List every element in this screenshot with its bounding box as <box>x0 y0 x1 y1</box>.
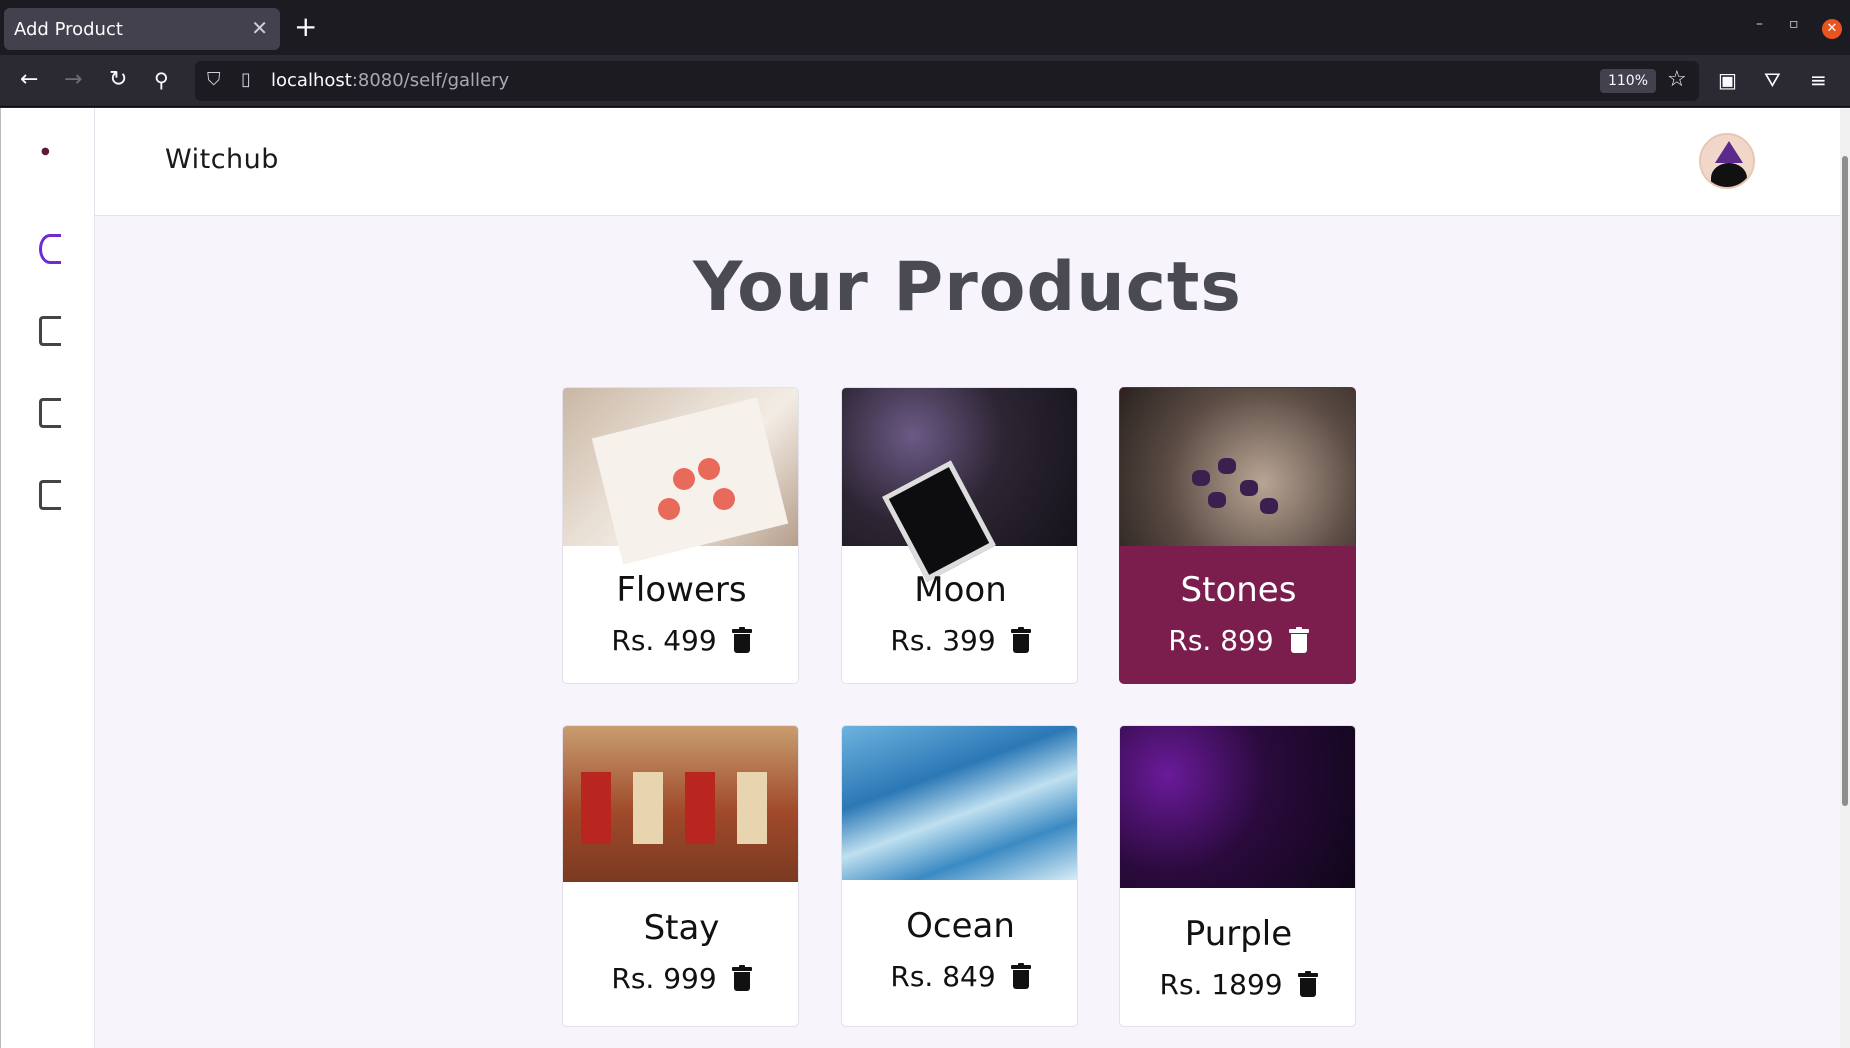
browser-nav-bar: ← → ↻ ⚲ ⛉ ▯ localhost:8080/self/gallery … <box>0 55 1850 107</box>
product-card[interactable]: Moon Rs. 399 <box>841 387 1078 684</box>
window-close-icon[interactable]: ✕ <box>1822 19 1842 39</box>
product-name: Moon <box>914 570 1007 610</box>
page-icon: ▯ <box>241 69 251 90</box>
trash-icon[interactable] <box>731 965 752 991</box>
trash-icon[interactable] <box>1288 627 1309 653</box>
new-tab-icon[interactable]: + <box>294 12 317 42</box>
reload-icon[interactable]: ↻ <box>109 67 127 93</box>
sidebar-item-orders[interactable] <box>39 398 61 428</box>
product-name: Stones <box>1180 570 1297 610</box>
forward-icon[interactable]: → <box>64 67 82 93</box>
product-image-flowers <box>563 388 798 565</box>
product-price-row: Rs. 399 <box>842 624 1077 657</box>
minimize-icon[interactable]: – <box>1756 16 1763 32</box>
stone-shape <box>1260 498 1278 514</box>
stone-shape <box>1208 492 1226 508</box>
product-price-row: Rs. 849 <box>842 960 1077 993</box>
product-card[interactable]: Purple Rs. 1899 <box>1119 725 1356 1027</box>
product-image-stay <box>563 726 798 882</box>
back-icon[interactable]: ← <box>20 67 38 93</box>
save-to-folder-icon[interactable]: ▣ <box>1718 69 1737 91</box>
product-price-row: Rs. 999 <box>563 962 798 995</box>
product-image-ocean <box>842 726 1077 880</box>
product-name: Flowers <box>616 570 747 610</box>
url-host: localhost <box>271 70 352 91</box>
product-price: Rs. 399 <box>890 624 996 657</box>
menu-icon[interactable]: ≡ <box>1810 69 1827 91</box>
house-shape <box>685 772 715 844</box>
witch-figure-icon <box>1711 163 1747 187</box>
zoom-level[interactable]: 110% <box>1600 69 1656 93</box>
page-scrollbar[interactable] <box>1840 108 1850 1048</box>
url-path: :8080/self/gallery <box>351 70 510 91</box>
product-price-row: Rs. 499 <box>563 624 798 657</box>
avatar[interactable] <box>1699 133 1755 189</box>
search-icon[interactable]: ⚲ <box>154 67 169 93</box>
trash-icon[interactable] <box>1010 627 1031 653</box>
app-logo-icon[interactable]: ● <box>41 146 55 160</box>
page-title: Your Products <box>693 248 1242 327</box>
url-text[interactable]: localhost:8080/self/gallery <box>271 70 509 91</box>
product-name: Stay <box>643 908 720 948</box>
product-name: Ocean <box>906 906 1015 946</box>
product-card[interactable]: Ocean Rs. 849 <box>841 725 1078 1027</box>
house-shape <box>581 772 611 844</box>
product-card[interactable]: Flowers Rs. 499 <box>562 387 799 684</box>
product-price: Rs. 899 <box>1168 624 1274 657</box>
product-price-row: Rs. 899 <box>1120 624 1355 657</box>
flower-shape <box>658 498 680 520</box>
trash-icon[interactable] <box>731 627 752 653</box>
page-viewport: ● Witchub Your Products Flowers Rs. 499 <box>0 108 1850 1048</box>
browser-tab[interactable]: Add Product ✕ <box>4 8 280 50</box>
product-price: Rs. 1899 <box>1159 968 1283 1001</box>
product-card[interactable]: Stay Rs. 999 <box>562 725 799 1027</box>
product-image-moon <box>842 388 1077 582</box>
browser-tab-bar: Add Product ✕ + – ▫ ✕ <box>0 0 1850 55</box>
flower-shape <box>673 468 695 490</box>
flower-shape <box>698 458 720 480</box>
flower-shape <box>713 488 735 510</box>
stone-shape <box>1218 458 1236 474</box>
product-price-row: Rs. 1899 <box>1120 968 1355 1001</box>
product-name: Purple <box>1184 914 1293 954</box>
witch-hat-icon <box>1715 141 1743 163</box>
trash-icon[interactable] <box>1010 963 1031 989</box>
product-price: Rs. 999 <box>611 962 717 995</box>
tarot-card-shape <box>882 460 996 582</box>
house-shape <box>737 772 767 844</box>
tab-close-icon[interactable]: ✕ <box>251 16 268 40</box>
stone-shape <box>1240 480 1258 496</box>
brand-name[interactable]: Witchub <box>165 144 279 175</box>
product-price: Rs. 499 <box>611 624 717 657</box>
restore-icon[interactable]: ▫ <box>1789 16 1799 32</box>
trash-icon[interactable] <box>1297 971 1318 997</box>
scrollbar-thumb[interactable] <box>1842 156 1848 806</box>
product-image-purple <box>1120 726 1355 888</box>
product-card[interactable]: Stones Rs. 899 <box>1119 387 1356 684</box>
stone-shape <box>1192 470 1210 486</box>
sidebar-item-add[interactable] <box>39 316 61 346</box>
house-shape <box>633 772 663 844</box>
sidebar: ● <box>0 108 95 1048</box>
product-image-stones <box>1120 388 1355 546</box>
url-bar[interactable]: ⛉ ▯ localhost:8080/self/gallery 110% ☆ <box>195 61 1699 101</box>
tab-title: Add Product <box>14 19 123 40</box>
app-header: Witchub <box>95 108 1840 216</box>
product-price: Rs. 849 <box>890 960 996 993</box>
bookmark-star-icon[interactable]: ☆ <box>1667 67 1687 92</box>
shield-icon[interactable]: ⛉ <box>207 69 221 90</box>
pocket-icon[interactable]: ⛛ <box>1764 69 1781 91</box>
sidebar-item-gallery[interactable] <box>39 234 61 264</box>
sidebar-item-logout[interactable] <box>39 480 61 510</box>
